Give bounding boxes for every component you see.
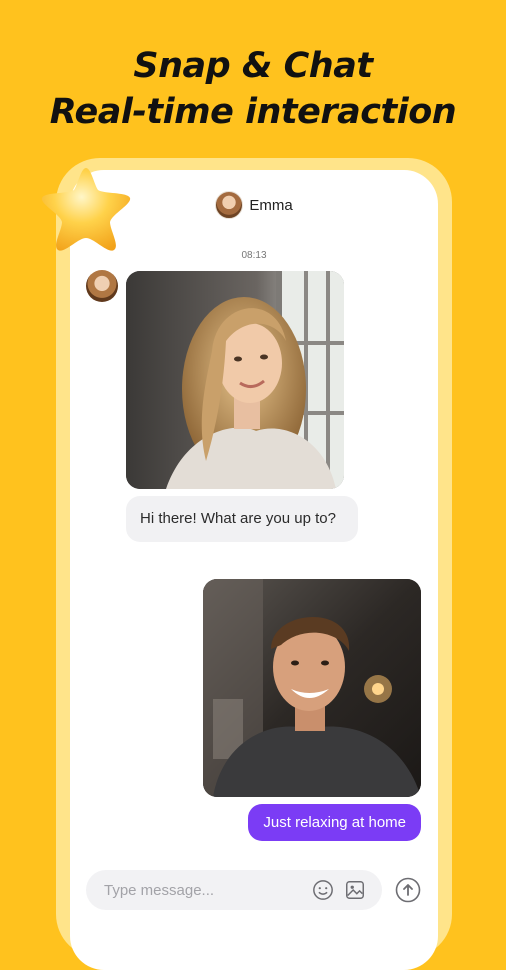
emoji-icon[interactable] <box>312 879 334 901</box>
image-icon[interactable] <box>344 879 366 901</box>
incoming-message-bubble[interactable]: Hi there! What are you up to? <box>126 496 358 542</box>
message-composer <box>86 870 382 910</box>
incoming-photo[interactable] <box>126 271 344 489</box>
contact-name[interactable]: Emma <box>249 197 292 214</box>
outgoing-photo[interactable] <box>203 579 421 797</box>
outgoing-photo-image <box>203 579 421 797</box>
incoming-photo-image <box>126 271 344 489</box>
headline-line-2: Real-time interaction <box>49 92 457 132</box>
outgoing-message-bubble[interactable]: Just relaxing at home <box>248 804 421 841</box>
send-arrow-icon[interactable] <box>395 877 421 903</box>
headline: Snap & Chat Real-time interaction <box>0 44 506 136</box>
chat-screen: Emma 08:13 Hi there! What are you up to?… <box>70 170 438 970</box>
sender-avatar[interactable] <box>86 270 118 302</box>
star-icon <box>41 168 131 251</box>
contact-avatar[interactable] <box>215 191 244 219</box>
headline-line-1: Snap & Chat <box>133 46 373 86</box>
